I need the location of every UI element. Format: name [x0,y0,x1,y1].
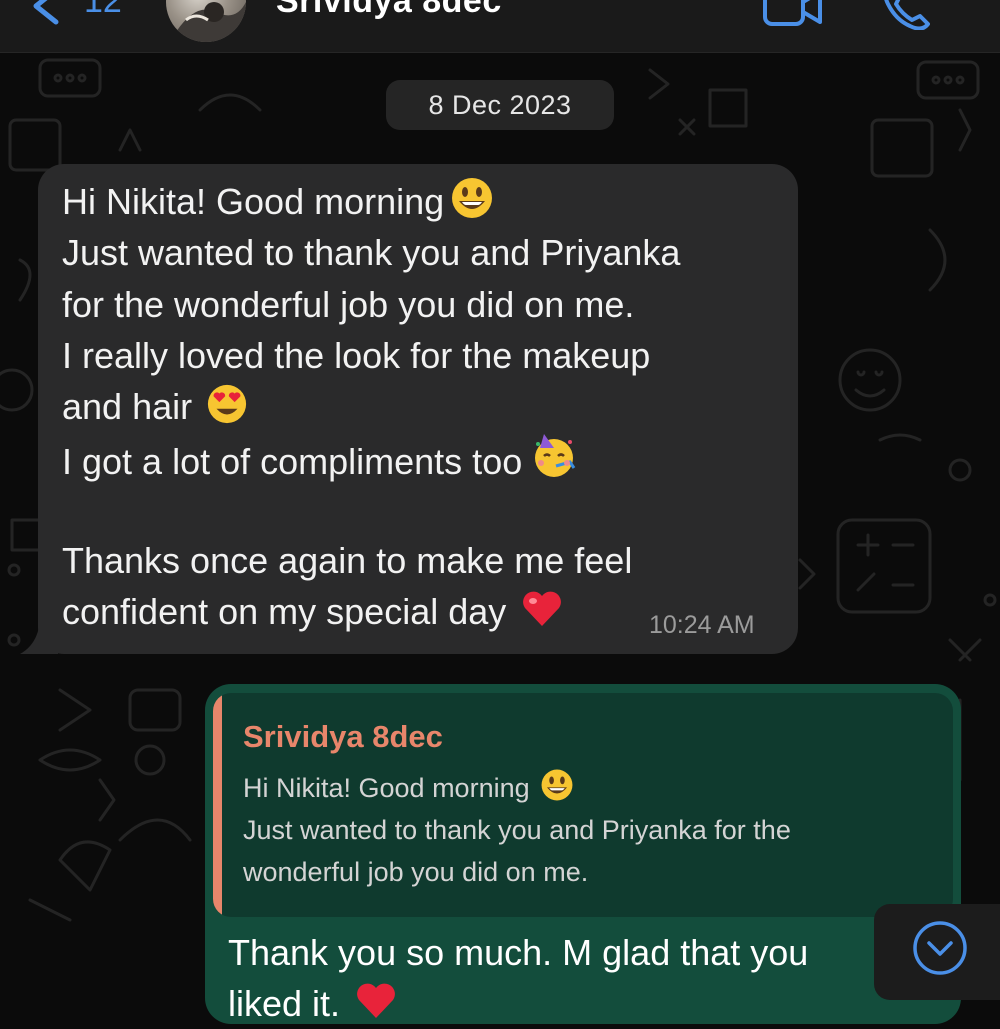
quote-author: Srividya 8dec [243,719,443,754]
message-line: and hair [62,381,782,432]
heart-eyes-emoji-icon [208,385,247,424]
message-line: Hi Nikita! Good morning [62,176,782,227]
unread-count[interactable]: 12 [84,0,122,21]
message-line [62,484,782,535]
message-line: I got a lot of compliments too [62,432,782,483]
message-line: Thank you so much. M glad that you [228,932,809,973]
avatar-photo [176,2,246,42]
message-line: I really loved the look for the makeup [62,334,651,376]
quote-text: Hi Nikita! Good morning Just wanted to t… [243,767,933,893]
quote-line: wonderful job you did on me. [243,857,589,887]
contact-name[interactable]: Srividya 8dec [276,0,502,21]
outgoing-message-text: Thank you so much. M glad that you liked… [228,927,928,1029]
grinning-face-emoji-icon [452,178,493,218]
red-heart-emoji-icon [523,591,562,627]
message-timestamp: 10:24 AM [649,611,755,639]
chevron-down-circle-icon [913,921,967,975]
quote-accent-bar [213,693,222,917]
incoming-message-text: Hi Nikita! Good morning Just wanted to t… [62,176,782,638]
chevron-left-icon[interactable] [28,0,64,26]
message-line: for the wonderful job you did on me. [62,283,635,325]
quoted-reply[interactable]: Srividya 8dec Hi Nikita! Good morning Ju… [213,693,953,917]
date-separator: 8 Dec 2023 [386,80,614,130]
quote-line: Just wanted to thank you and Priyanka fo… [243,815,791,845]
message-line: Just wanted to thank you and Priyanka [62,232,681,274]
quote-line: Hi Nikita! Good morning [243,767,933,809]
bubble-tail [20,620,58,654]
red-heart-emoji-icon [357,983,395,1018]
message-line: Thanks once again to make me feel [62,540,633,582]
chat-header: 12 Srividya 8dec [0,0,1000,53]
phone-icon[interactable] [880,0,930,30]
video-camera-icon[interactable] [762,0,824,30]
message-line: liked it. [228,978,928,1029]
avatar[interactable] [166,0,246,42]
scroll-to-bottom-button[interactable] [874,904,1000,1000]
partying-face-emoji-icon [535,434,576,478]
grinning-face-emoji-icon [541,769,573,801]
